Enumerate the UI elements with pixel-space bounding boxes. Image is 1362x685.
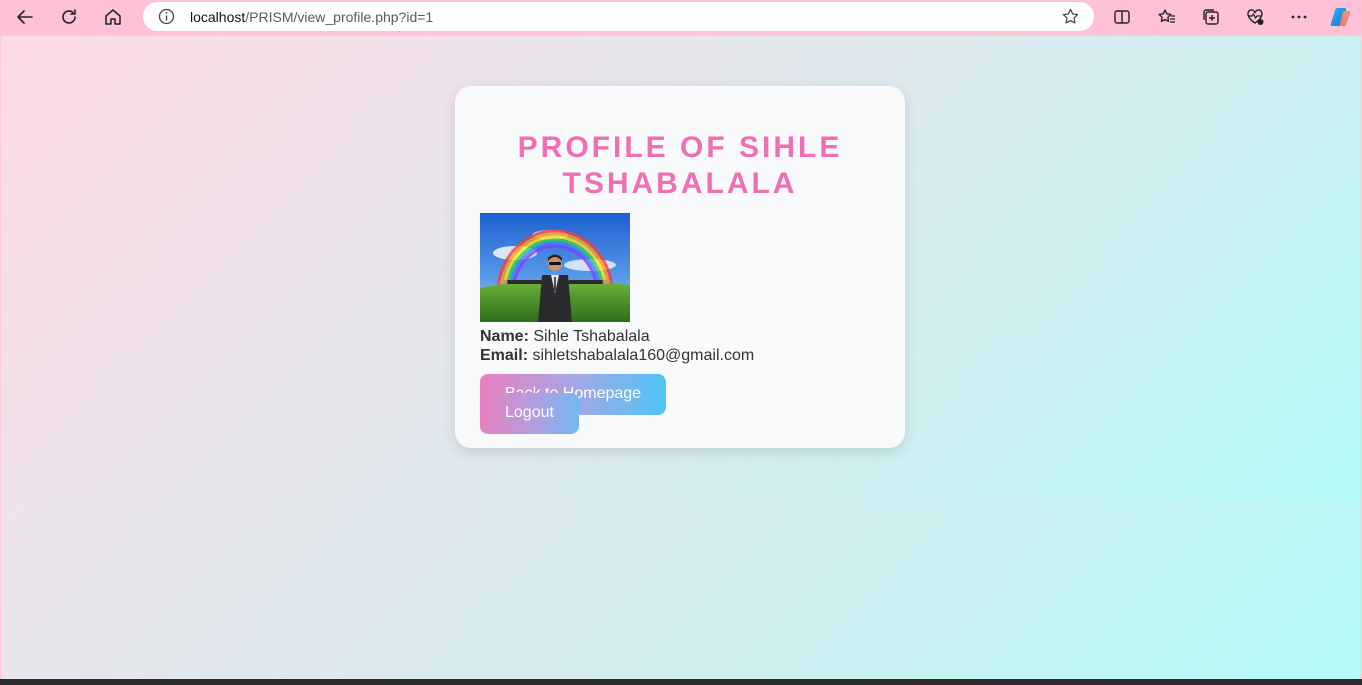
name-row: Name: Sihle Tshabalala: [480, 328, 650, 346]
email-row: Email: sihletshabalala160@gmail.com: [480, 347, 754, 365]
back-icon[interactable]: [12, 4, 38, 30]
browser-essentials-icon[interactable]: [1242, 4, 1268, 30]
logout-button[interactable]: Logout: [480, 393, 579, 434]
email-label: Email:: [480, 347, 529, 364]
url-text[interactable]: localhost/PRISM/view_profile.php?id=1: [190, 9, 433, 25]
address-bar[interactable]: localhost/PRISM/view_profile.php?id=1: [143, 2, 1094, 31]
name-label: Name:: [480, 328, 529, 345]
email-value: sihletshabalala160@gmail.com: [532, 347, 755, 364]
split-screen-icon[interactable]: [1109, 4, 1135, 30]
window-bottom-edge: [0, 679, 1362, 685]
refresh-icon[interactable]: [56, 4, 82, 30]
more-icon[interactable]: [1286, 4, 1312, 30]
url-path: /PRISM/view_profile.php?id=1: [245, 9, 434, 25]
info-icon[interactable]: [158, 8, 175, 25]
browser-toolbar: localhost/PRISM/view_profile.php?id=1: [0, 0, 1362, 33]
logout-label: Logout: [505, 404, 554, 421]
collections-icon[interactable]: [1198, 4, 1224, 30]
profile-photo: [480, 213, 630, 322]
url-host: localhost: [190, 9, 246, 25]
favorite-star-icon[interactable]: [1061, 7, 1080, 26]
copilot-icon[interactable]: [1328, 4, 1354, 30]
home-icon[interactable]: [100, 4, 126, 30]
profile-card: PROFILE OF SIHLE TSHABALALA Name: Sihle …: [455, 86, 905, 448]
profile-title: PROFILE OF SIHLE TSHABALALA: [517, 131, 843, 200]
favorites-icon[interactable]: [1154, 4, 1180, 30]
name-value: Sihle Tshabalala: [533, 328, 650, 345]
